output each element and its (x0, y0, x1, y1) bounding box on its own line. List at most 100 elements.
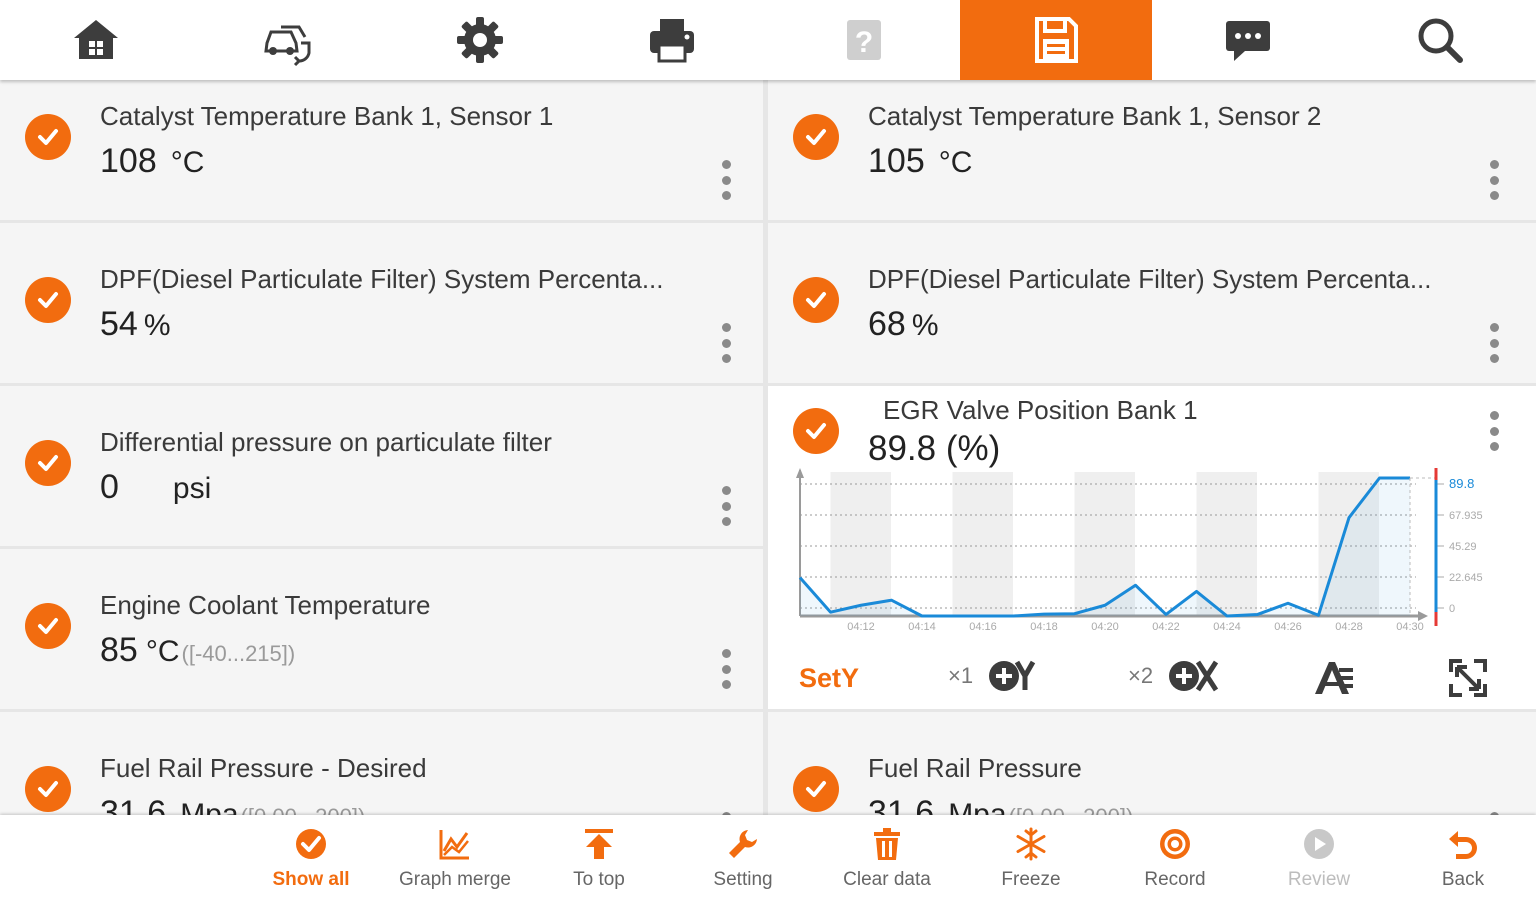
setting-button[interactable]: Setting (673, 815, 813, 901)
egr-line-chart[interactable]: 89.8 67.935 45.29 22.645 0 04:12 04:14 04:16 04:… (768, 466, 1536, 646)
show-all-label: Show all (272, 869, 350, 890)
pid-value: 105 °C (868, 142, 972, 181)
check-icon[interactable] (793, 114, 839, 160)
setting-label: Setting (713, 869, 773, 890)
pid-value: 31.6 Mpa ([0.00...200]) (868, 794, 1133, 815)
message-icon (1226, 21, 1270, 61)
graph-merge-button[interactable]: Graph merge (385, 815, 525, 901)
vehicle-swap-button[interactable] (192, 0, 384, 80)
app-window: ? Catalyst Temperature Bank 1, Sensor 1 … (0, 0, 1536, 901)
pid-value: 0 psi (100, 468, 211, 507)
check-icon[interactable] (25, 766, 71, 812)
to-top-label: To top (573, 869, 625, 890)
trash-icon (874, 828, 900, 860)
pid-name: DPF(Diesel Particulate Filter) System Pe… (100, 264, 664, 294)
pid-card-fuel-rail-pressure[interactable]: Fuel Rail Pressure 31.6 Mpa ([0.00...200… (768, 712, 1536, 815)
pid-name: Catalyst Temperature Bank 1, Sensor 2 (868, 101, 1322, 131)
zoom-y-control[interactable]: ×1 (948, 656, 1043, 696)
save-button[interactable] (960, 0, 1152, 80)
x-tick-label: 04:24 (1213, 621, 1241, 633)
fullscreen-icon[interactable] (1448, 658, 1488, 698)
y-tick-label: 89.8 (1449, 476, 1474, 491)
value-text: 31.6 (100, 794, 167, 815)
check-icon[interactable] (25, 440, 71, 486)
value-text: 108 (100, 142, 157, 180)
pid-card-coolant-temp[interactable]: Engine Coolant Temperature 85 °C ([-40..… (0, 549, 763, 709)
pid-card-fuel-rail-pressure-desired[interactable]: Fuel Rail Pressure - Desired 31.6 Mpa ([… (0, 712, 763, 815)
unit-text: % (143, 309, 171, 342)
more-options-icon[interactable] (1488, 160, 1500, 200)
check-icon[interactable] (793, 766, 839, 812)
pid-name: Differential pressure on particulate fil… (100, 427, 552, 457)
clear-data-button[interactable]: Clear data (817, 815, 957, 901)
unit-text: Mpa (948, 798, 1007, 815)
chart-band (1196, 472, 1257, 616)
freeze-button[interactable]: Freeze (961, 815, 1101, 901)
print-button[interactable] (576, 0, 768, 80)
show-all-button[interactable]: Show all (241, 815, 381, 901)
set-y-button[interactable]: SetY (799, 663, 859, 694)
pid-value: 108 °C (100, 142, 204, 181)
more-options-icon[interactable] (720, 160, 732, 200)
more-options-icon[interactable] (720, 649, 732, 689)
check-icon[interactable] (793, 408, 839, 454)
svg-text:?: ? (855, 26, 873, 59)
check-icon[interactable] (25, 114, 71, 160)
to-top-button[interactable]: To top (529, 815, 669, 901)
pid-card-catalyst-temp-s1[interactable]: Catalyst Temperature Bank 1, Sensor 1 10… (0, 80, 763, 220)
back-button[interactable]: Back (1393, 815, 1533, 901)
bottom-toolbar: Show all Graph merge To top Setting Clea… (0, 815, 1536, 901)
more-options-icon[interactable] (720, 323, 732, 363)
pid-name: EGR Valve Position Bank 1 (883, 395, 1198, 425)
pid-name: Fuel Rail Pressure (868, 753, 1082, 783)
help-button[interactable]: ? (768, 0, 960, 80)
save-icon (1035, 17, 1078, 63)
check-icon[interactable] (793, 277, 839, 323)
more-options-icon[interactable] (1488, 323, 1500, 363)
text-format-icon[interactable] (1311, 658, 1355, 698)
search-button[interactable] (1344, 0, 1536, 80)
chart-band (830, 472, 891, 616)
review-button[interactable]: Review (1249, 815, 1389, 901)
settings-button[interactable] (384, 0, 576, 80)
record-button[interactable]: Record (1105, 815, 1245, 901)
range-text: ([0.00...200]) (241, 804, 366, 815)
pid-value: 31.6 Mpa ([0.00...200]) (100, 794, 365, 815)
check-icon[interactable] (25, 603, 71, 649)
zoom-x-icon[interactable] (1167, 656, 1223, 696)
check-circle-icon (296, 829, 326, 859)
more-options-icon[interactable] (1488, 411, 1500, 451)
pid-card-egr-valve-chart[interactable]: EGR Valve Position Bank 1 89.8 (%) 89.8 6… (768, 386, 1536, 709)
range-text: ([-40...215]) (181, 641, 296, 666)
snowflake-icon (1016, 827, 1046, 861)
pid-card-differential-pressure[interactable]: Differential pressure on particulate fil… (0, 386, 763, 546)
x-axis-arrow (1418, 611, 1428, 621)
zoom-x-control[interactable]: ×2 (1128, 656, 1223, 696)
play-icon (1304, 829, 1334, 859)
x-tick-label: 04:22 (1152, 621, 1180, 633)
pid-name: Catalyst Temperature Bank 1, Sensor 1 (100, 101, 554, 131)
pid-card-dpf-percent-1[interactable]: DPF(Diesel Particulate Filter) System Pe… (0, 223, 763, 383)
unit-text: °C (145, 635, 180, 668)
zoom-x-multiplier: ×2 (1128, 663, 1154, 688)
check-icon[interactable] (25, 277, 71, 323)
pid-card-catalyst-temp-s2[interactable]: Catalyst Temperature Bank 1, Sensor 2 10… (768, 80, 1536, 220)
message-button[interactable] (1152, 0, 1344, 80)
more-options-icon[interactable] (720, 486, 732, 526)
record-label: Record (1144, 869, 1206, 890)
value-text: 54 (100, 305, 138, 343)
home-button[interactable] (0, 0, 192, 80)
zoom-y-icon[interactable] (987, 656, 1043, 696)
vehicle-swap-icon (264, 25, 311, 67)
wrench-icon (729, 830, 757, 858)
back-label: Back (1441, 869, 1485, 890)
to-top-icon (585, 829, 613, 859)
y-tick-label: 67.935 (1449, 510, 1483, 522)
unit-text: °C (938, 146, 973, 179)
unit-text: °C (170, 146, 205, 179)
x-tick-label: 04:26 (1274, 621, 1302, 633)
pid-value: 85 °C ([-40...215]) (100, 631, 295, 670)
graph-merge-label: Graph merge (399, 869, 511, 890)
pid-card-dpf-percent-2[interactable]: DPF(Diesel Particulate Filter) System Pe… (768, 223, 1536, 383)
unit-text: Mpa (180, 798, 239, 815)
